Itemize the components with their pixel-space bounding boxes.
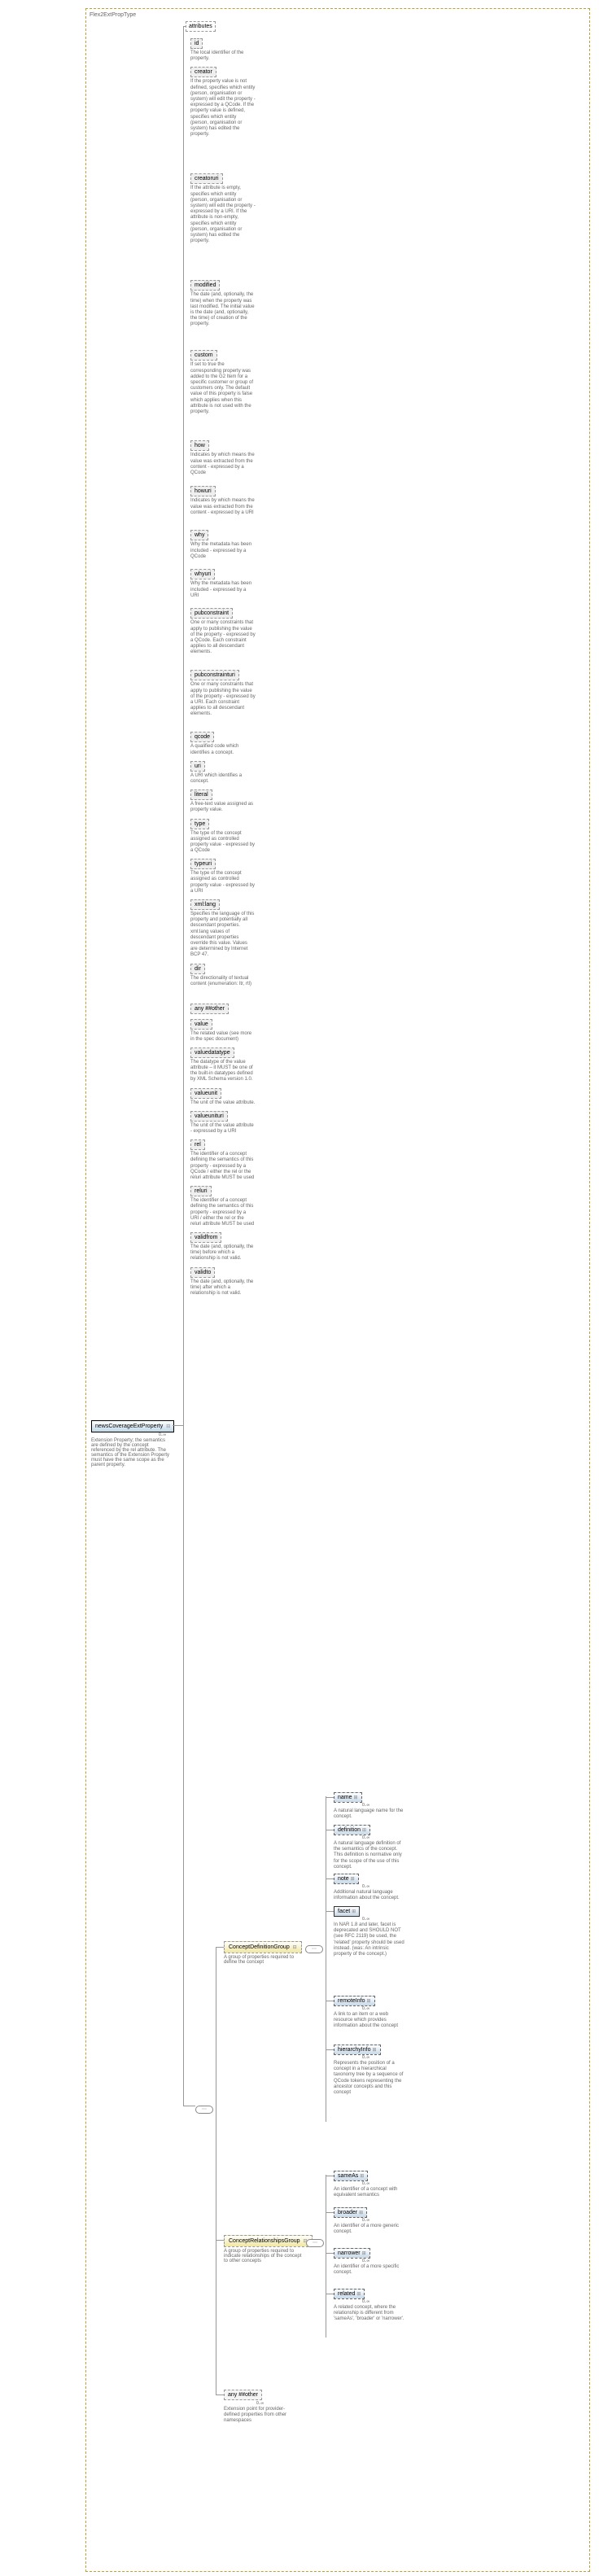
attr-desc: One or many constraints that apply to pu… [190, 620, 256, 665]
concept-relationships-group: ConceptRelationshipsGroup ⊟ [224, 2235, 313, 2247]
attr-desc: The identifier of a concept defining the… [190, 1198, 256, 1227]
attr-valuedatatype: valuedatatype [190, 1047, 234, 1058]
element-desc: Represents the position of a concept in … [334, 2061, 407, 2096]
attr-desc: If the attribute is empty, specifies whi… [190, 186, 256, 275]
root-label: newsCoverageExtProperty [95, 1424, 163, 1429]
attr-desc: The datatype of the value attribute – it… [190, 1060, 256, 1083]
element-desc: An identifier of a more generic concept. [334, 2224, 407, 2235]
attr-uri: uri [190, 761, 205, 772]
element-facet: facet⊞ [334, 1906, 360, 1917]
attr-pubconstrainturi: pubconstrainturi [190, 670, 239, 680]
attr-why: why [190, 530, 208, 540]
attr-desc: The related value (see more in the spec … [190, 1031, 256, 1043]
attr-desc: The type of the concept assigned as cont… [190, 871, 256, 894]
attr-dir: dir [190, 964, 205, 974]
attr-rel: rel [190, 1139, 205, 1150]
attr-desc: Why the metadata has been included - exp… [190, 581, 256, 603]
attr-desc: A qualified code which identifies a conc… [190, 744, 256, 755]
attr-valueunit: valueunit [190, 1088, 221, 1099]
element-desc: An identifier of a more specific concept… [334, 2264, 407, 2276]
attr-any---other: any ##other [190, 1004, 229, 1014]
element-desc: An identifier of a concept with equivale… [334, 2187, 407, 2198]
attr-desc: The type of the concept assigned as cont… [190, 831, 256, 855]
element-name: name⊞ [334, 1792, 362, 1803]
attr-pubconstraint: pubconstraint [190, 608, 233, 619]
root-element: newsCoverageExtProperty ⊟ [91, 1420, 174, 1432]
any-desc: Extension point for provider-defined pro… [224, 2407, 297, 2425]
attr-creatoruri: creatoruri [190, 173, 223, 184]
root-description: Extension Property; the semantics are de… [91, 1438, 173, 1467]
attr-desc: The date (and, optionally, the time) bef… [190, 1244, 256, 1262]
attr-howuri: howuri [190, 486, 216, 496]
crg-label: ConceptRelationshipsGroup [229, 2238, 300, 2244]
cdg-label: ConceptDefinitionGroup [229, 1944, 290, 1950]
element-desc: Additional natural language information … [334, 1890, 407, 1901]
attr-literal: literal [190, 789, 212, 800]
element-related: related⊞ [334, 2289, 365, 2299]
attr-value: value [190, 1019, 212, 1030]
attr-reluri: reluri [190, 1186, 212, 1196]
attr-desc: Specifies the language of this property … [190, 912, 256, 959]
attr-how: how [190, 440, 209, 451]
attr-modified: modified [190, 280, 220, 291]
any-occ: 0..∞ [256, 2401, 264, 2406]
attr-desc: A URI which identifies a concept. [190, 773, 256, 785]
sequence-connector [306, 2239, 324, 2247]
any-label: any ##other [228, 2392, 258, 2398]
element-narrower: narrower⊞ [334, 2248, 370, 2259]
attr-valueunituri: valueunituri [190, 1111, 228, 1122]
attributes-box: attributes [186, 21, 216, 32]
attribute-column: idThe local identifier of the property. c… [190, 38, 295, 1301]
crg-desc: A group of properties required to indica… [224, 2249, 305, 2263]
element-desc: A link to an item or a web resource whic… [334, 2012, 407, 2030]
attr-id: id [190, 38, 203, 49]
element-desc: A natural language definition of the sem… [334, 1841, 407, 1870]
attr-validto: validto [190, 1267, 215, 1278]
root-occ: 0..∞ [159, 1432, 166, 1437]
element-desc: A natural language name for the concept. [334, 1808, 407, 1820]
attributes-label: attributes [189, 24, 212, 29]
attr-desc: The date (and, optionally, the time) whe… [190, 292, 256, 345]
element-broader: broader⊞ [334, 2207, 367, 2218]
attr-creator: creator [190, 67, 216, 77]
attr-whyuri: whyuri [190, 569, 215, 579]
element-desc: A related concept, where the relationshi… [334, 2305, 407, 2323]
concept-definition-group: ConceptDefinitionGroup ⊟ [224, 1941, 302, 1953]
attr-validfrom: validfrom [190, 1232, 221, 1243]
attr-xml-lang: xml:lang [190, 899, 220, 910]
cdg-desc: A group of properties required to define… [224, 1955, 305, 1965]
attr-desc: If the property value is not defined, sp… [190, 79, 256, 168]
attr-typeuri: typeuri [190, 859, 216, 869]
element-desc: In NAR 1.8 and later, facet is deprecate… [334, 1922, 407, 1957]
attr-desc: The date (and, optionally, the time) aft… [190, 1279, 256, 1297]
element-remoteInfo: remoteInfo⊞ [334, 1996, 375, 2006]
sequence-connector [195, 2106, 213, 2114]
element-sameAs: sameAs⊞ [334, 2171, 368, 2181]
attr-qcode: qcode [190, 732, 214, 742]
attr-desc: Why the metadata has been included - exp… [190, 542, 256, 564]
expand-icon: ⊟ [166, 1424, 170, 1429]
attr-custom: custom [190, 350, 217, 361]
element-note: note⊞ [334, 1874, 359, 1884]
element-definition: definition⊞ [334, 1825, 370, 1835]
any-other-element: any ##other [224, 2390, 262, 2400]
element-hierarchyInfo: hierarchyInfo⊞ [334, 2045, 381, 2055]
attr-type: type [190, 819, 209, 829]
sequence-connector [305, 1945, 323, 1953]
attr-desc: The unit of the value attribute - expres… [190, 1123, 256, 1135]
attr-desc: Indicates by which means the value was e… [190, 498, 256, 525]
attr-desc: If set to true the corresponding propert… [190, 362, 256, 435]
expand-icon: ⊟ [293, 1945, 297, 1950]
type-title: Flex2ExtPropType [90, 12, 586, 18]
attr-desc: One or many constraints that apply to pu… [190, 682, 256, 727]
attr-desc: A free-text value assigned as property v… [190, 802, 256, 813]
attr-desc: Indicates by which means the value was e… [190, 453, 256, 481]
attr-desc: The local identifier of the property. [190, 50, 256, 62]
attr-desc: The directionality of textual content (e… [190, 976, 256, 999]
attr-desc: The identifier of a concept defining the… [190, 1152, 256, 1181]
attr-desc: The unit of the value attribute. [190, 1100, 256, 1106]
